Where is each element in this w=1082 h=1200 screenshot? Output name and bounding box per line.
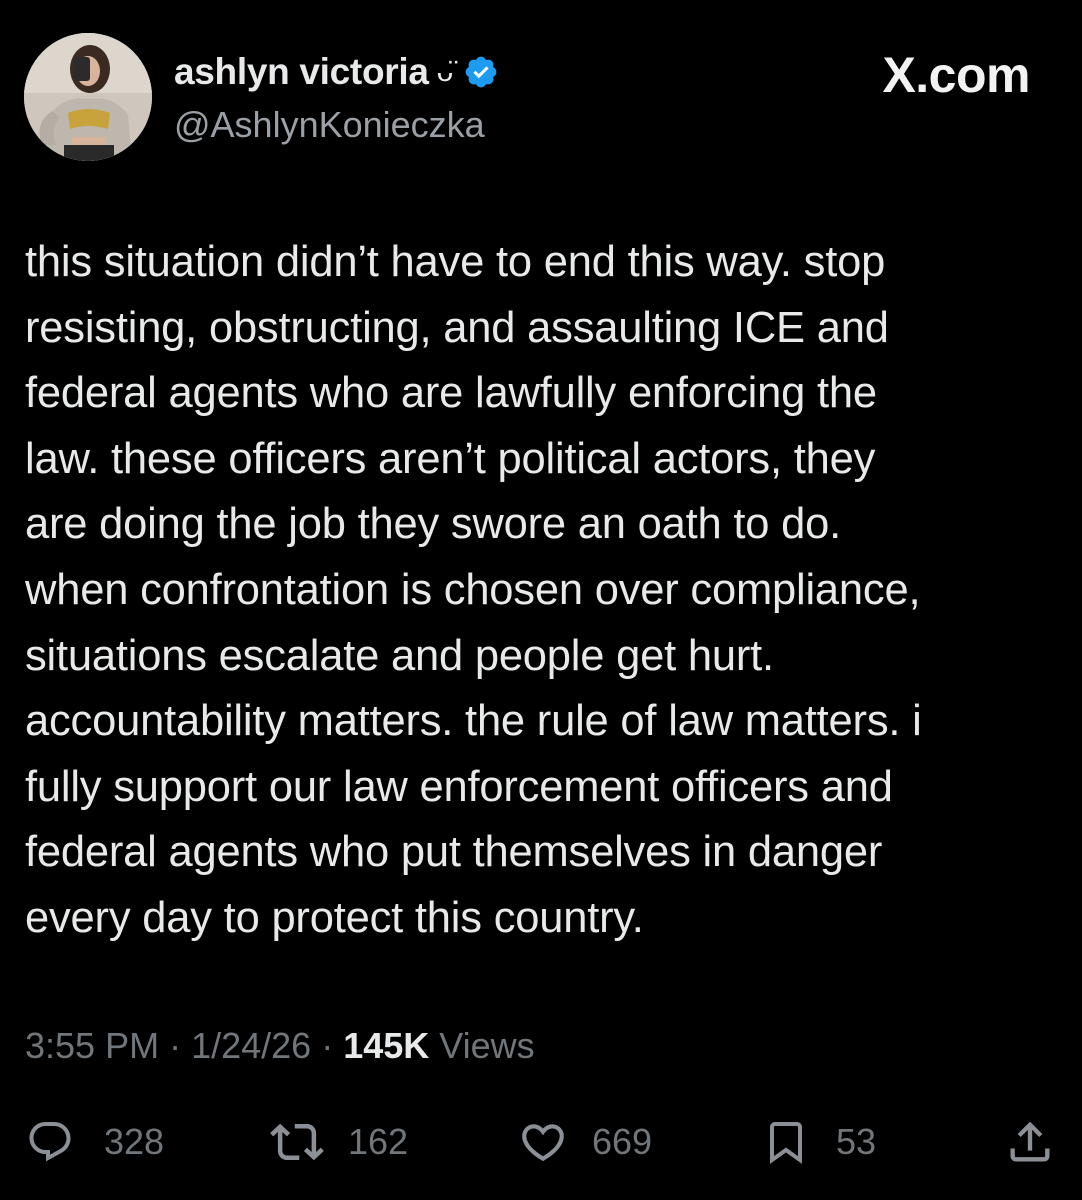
share-button[interactable]: [1004, 1112, 1056, 1172]
verified-badge-icon: [463, 54, 499, 90]
bookmark-icon: [762, 1115, 810, 1169]
author-handle[interactable]: @AshlynKonieczka: [174, 104, 499, 146]
views-label: Views: [429, 1025, 535, 1066]
meta-separator: ·: [159, 1025, 192, 1066]
repost-icon: [270, 1115, 324, 1169]
tweet-card: ashlyn victoria ᴗ̈ @AshlynKonieczka X.co…: [0, 0, 1082, 1200]
bookmark-count: 53: [836, 1121, 877, 1162]
name-row: ashlyn victoria ᴗ̈: [174, 50, 499, 94]
smile-emoji: ᴗ̈: [436, 55, 454, 88]
meta-separator: ·: [311, 1025, 344, 1066]
like-button[interactable]: 669: [518, 1112, 652, 1172]
bookmark-button[interactable]: 53: [762, 1112, 876, 1172]
author-avatar[interactable]: [24, 33, 152, 161]
reply-count: 328: [104, 1121, 165, 1162]
heart-icon: [518, 1117, 568, 1167]
avatar-photo: [24, 33, 152, 161]
author-info[interactable]: ashlyn victoria ᴗ̈ @AshlynKonieczka: [174, 50, 499, 146]
reply-icon: [26, 1118, 74, 1166]
tweet-text: this situation didn’t have to end this w…: [25, 238, 922, 942]
tweet-meta: 3:55 PM · 1/24/26 · 145K Views: [25, 1025, 535, 1067]
like-count: 669: [592, 1121, 653, 1162]
action-bar: 328 162 669 53: [0, 1112, 1082, 1172]
repost-button[interactable]: 162: [270, 1112, 408, 1172]
repost-count: 162: [348, 1121, 409, 1162]
reply-button[interactable]: 328: [26, 1112, 164, 1172]
views-count: 145K: [343, 1025, 430, 1066]
x-logo-label: X.com: [882, 47, 1030, 103]
tweet-time[interactable]: 3:55 PM: [25, 1025, 159, 1066]
share-icon: [1004, 1116, 1056, 1168]
tweet-date[interactable]: 1/24/26: [191, 1025, 311, 1066]
author-display-name[interactable]: ashlyn victoria: [174, 51, 429, 93]
